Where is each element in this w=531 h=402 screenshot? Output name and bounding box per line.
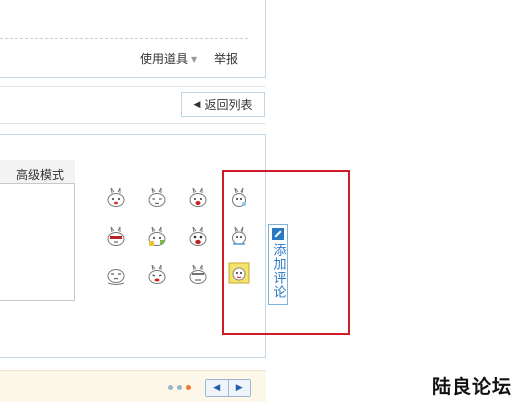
- back-to-list-button[interactable]: ◀ 返回列表: [181, 92, 265, 117]
- pager-control: ◀ ▶: [205, 379, 251, 397]
- pager-next-button[interactable]: ▶: [227, 380, 251, 396]
- indicator-dot[interactable]: [168, 385, 173, 390]
- smiley-6[interactable]: [146, 226, 168, 248]
- site-watermark: 陆良论坛: [432, 376, 513, 398]
- smiley-5[interactable]: [105, 226, 127, 248]
- use-tools-label: 使用道具: [140, 52, 189, 66]
- back-to-list-label: 返回列表: [204, 98, 253, 112]
- divider: [0, 86, 266, 87]
- triangle-right-icon: ▶: [235, 383, 243, 393]
- indicator-dot-active[interactable]: [186, 385, 191, 390]
- triangle-left-icon: ◀: [193, 99, 201, 110]
- advanced-mode-link[interactable]: 高级模式: [16, 166, 64, 183]
- use-tools-menu[interactable]: 使用道具 ▼: [140, 50, 197, 67]
- indicator-dot[interactable]: [177, 385, 182, 390]
- smiley-11[interactable]: [187, 264, 209, 286]
- smiley-3[interactable]: [187, 187, 209, 209]
- smiley-7[interactable]: [187, 226, 209, 248]
- smiley-2[interactable]: [146, 187, 168, 209]
- report-link[interactable]: 举报: [214, 50, 238, 67]
- triangle-left-icon: ◀: [213, 383, 221, 393]
- highlight-annotation-box: [222, 170, 350, 335]
- smiley-1[interactable]: [105, 187, 127, 209]
- dropdown-triangle-icon: ▼: [191, 55, 198, 64]
- divider: [0, 123, 266, 124]
- pager-prev-button[interactable]: ◀: [206, 380, 228, 396]
- dashed-divider: [0, 38, 248, 39]
- slide-indicator: [168, 385, 191, 390]
- smiley-9[interactable]: [105, 264, 127, 286]
- smiley-10[interactable]: [146, 264, 168, 286]
